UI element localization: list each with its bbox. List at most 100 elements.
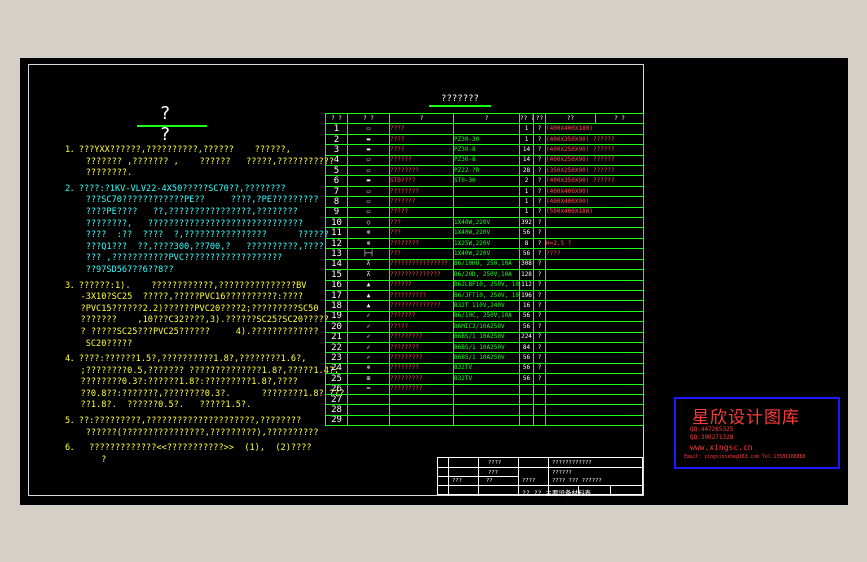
tb-project: ???????????? xyxy=(552,460,592,466)
table-cell-name: ????????? xyxy=(389,373,454,385)
table-cell-sym: ✓ xyxy=(347,341,390,354)
table-cell-remark xyxy=(545,331,644,343)
table-cell-model: 1X40W,220V xyxy=(453,217,520,229)
table-row: 24 ⊕???????? B32TV 56? xyxy=(325,362,644,375)
table-cell-remark: (400X350X90) ?????? xyxy=(545,175,644,187)
table-cell-remark xyxy=(545,383,644,395)
table-cell-no: 2 xyxy=(325,133,348,146)
table-cell-name: ?????????? xyxy=(389,289,454,302)
table-cell-no: 29 xyxy=(325,414,348,427)
table-cell-qty: 224 xyxy=(519,331,534,343)
table-cell-name: ?????? xyxy=(389,154,454,167)
table-cell-sym: ⊼ xyxy=(347,269,390,281)
table-cell-qty: 56 xyxy=(519,321,534,333)
table-cell-unit: ? xyxy=(533,144,546,156)
table-row: 1 ▭???? 1? (400X400X180) xyxy=(325,123,644,135)
table-cell-name: ????? xyxy=(389,321,454,333)
table-cell-name xyxy=(389,404,454,416)
table-cell-unit: ? xyxy=(533,154,546,167)
table-header-cell: ? ? xyxy=(325,112,348,125)
table-title: ??????? xyxy=(441,94,479,104)
table-cell-qty: 1 xyxy=(519,133,534,146)
table-cell-model xyxy=(453,404,520,416)
table-cell-remark xyxy=(545,258,644,271)
table-row: 8 ▭??????? 1? (400X400X90) xyxy=(325,196,644,208)
table-cell-model: 1X40W,220V xyxy=(453,248,520,260)
equipment-table: ? ?? ????? ? ??????? ?1▭????1?(400X400X1… xyxy=(325,112,644,427)
table-row: 21 ✓????????? B6BS/1 10A250V 224? xyxy=(325,331,644,343)
table-row: 22 ✓???????? B6BS/1 10A250V 84? xyxy=(325,341,644,354)
table-cell-remark xyxy=(545,321,644,333)
table-cell-name: ???????? xyxy=(389,185,454,198)
cad-canvas[interactable]: ? ? 1．???YXX??????,??????????,?????? ???… xyxy=(20,58,848,505)
note-5: 5．??:?????????,?????????????????????,???… xyxy=(65,416,319,438)
table-cell-name: ??????? xyxy=(389,310,454,323)
table-cell-sym: ○ xyxy=(347,217,390,229)
watermark-qq2: QQ:390271328 xyxy=(690,434,734,441)
table-cell-remark xyxy=(545,341,644,354)
table-cell-sym: ▲ xyxy=(347,279,390,291)
table-cell-qty: 14 xyxy=(519,154,534,167)
tb-designer: ???? xyxy=(488,460,502,466)
table-row: 12 ⊗???????? 1X25W,220V 8? H=2.5 ? xyxy=(325,237,644,250)
table-cell-no: 3 xyxy=(325,144,348,156)
table-cell-name: ST0???? xyxy=(389,175,454,187)
table-row: 7 ▭???????? 1? (400X400X90) xyxy=(325,185,644,198)
table-row: 28 xyxy=(325,404,644,416)
table-row: 19 ✓??????? B6/10C, 250V,10A 56? xyxy=(325,310,644,323)
table-cell-no: 23 xyxy=(325,352,348,364)
table-cell-no: 22 xyxy=(325,341,348,354)
table-cell-name: ???????????????? xyxy=(389,258,454,271)
table-cell-model xyxy=(453,393,520,406)
table-cell-no: 28 xyxy=(325,404,348,416)
table-cell-unit: ? xyxy=(533,123,546,135)
table-cell-no: 17 xyxy=(325,289,348,302)
table-cell-name: ???????? xyxy=(389,341,454,354)
note-4: 4．????:??????1.5?,??????????1.8?,???????… xyxy=(65,354,345,411)
table-cell-no: 20 xyxy=(325,321,348,333)
table-cell-no: 13 xyxy=(325,248,348,260)
tb-sheet: ?????? xyxy=(552,470,572,476)
table-cell-qty: 28 xyxy=(519,165,534,177)
table-cell-qty: 56 xyxy=(519,310,534,323)
table-cell-name xyxy=(389,393,454,406)
table-cell-name: ????? xyxy=(389,206,454,219)
table-cell-sym: ⊕ xyxy=(347,362,390,375)
table-cell-name: ??? xyxy=(389,217,454,229)
table-cell-remark xyxy=(545,352,644,364)
table-row: 29 xyxy=(325,414,644,427)
tb-stamp: ??? xyxy=(488,470,498,476)
table-header-cell: ?? ? ?? xyxy=(519,112,534,125)
table-cell-model: PZ30-8 xyxy=(453,144,520,156)
table-cell-remark: (350X250X90) ?????? xyxy=(545,165,644,177)
table-cell-sym: ✓ xyxy=(347,331,390,343)
table-cell-no: 4 xyxy=(325,154,348,167)
table-cell-sym xyxy=(347,414,390,427)
table-cell-model: B62LBF10, 250V, 10A xyxy=(453,279,520,291)
title-block: ???? ???????????? ?????? ??? ??? ?? ????… xyxy=(437,457,644,497)
table-cell-remark: ???? xyxy=(545,248,644,260)
table-cell-qty xyxy=(519,393,534,406)
table-cell-model: 1X25W,220V xyxy=(453,237,520,250)
table-header-cell: ? xyxy=(453,112,520,125)
table-cell-unit xyxy=(533,383,546,395)
table-cell-sym: ▬ xyxy=(347,144,390,156)
table-row: 16 ▲?????? B62LBF10, 250V, 10A 112? xyxy=(325,279,644,291)
table-row: 6 ▬ ST0???? ST0-30 2? (400X350X90) ?????? xyxy=(325,175,644,187)
table-cell-sym: ▭ xyxy=(347,154,390,167)
table-cell-unit: ? xyxy=(533,206,546,219)
table-cell-name: ?????? xyxy=(389,279,454,291)
table-cell-sym: ▭ xyxy=(347,196,390,208)
table-cell-qty: 84 xyxy=(519,341,534,354)
table-cell-unit: ? xyxy=(533,321,546,333)
table-cell-remark xyxy=(545,300,644,312)
table-cell-remark: (400X400X180) xyxy=(545,123,644,135)
table-row: 2 ▬???? PZ30-30 1? (400X350X90) ?????? xyxy=(325,133,644,146)
table-cell-no: 9 xyxy=(325,206,348,219)
table-cell-sym: ✓ xyxy=(347,352,390,364)
table-header-row: ? ?? ????? ? ??????? ? xyxy=(325,112,644,125)
table-cell-name: ???????? xyxy=(389,362,454,375)
table-cell-model: PZ30-8 xyxy=(453,154,520,167)
table-cell-qty: 392 xyxy=(519,217,534,229)
table-header-cell: ?? xyxy=(545,112,596,125)
